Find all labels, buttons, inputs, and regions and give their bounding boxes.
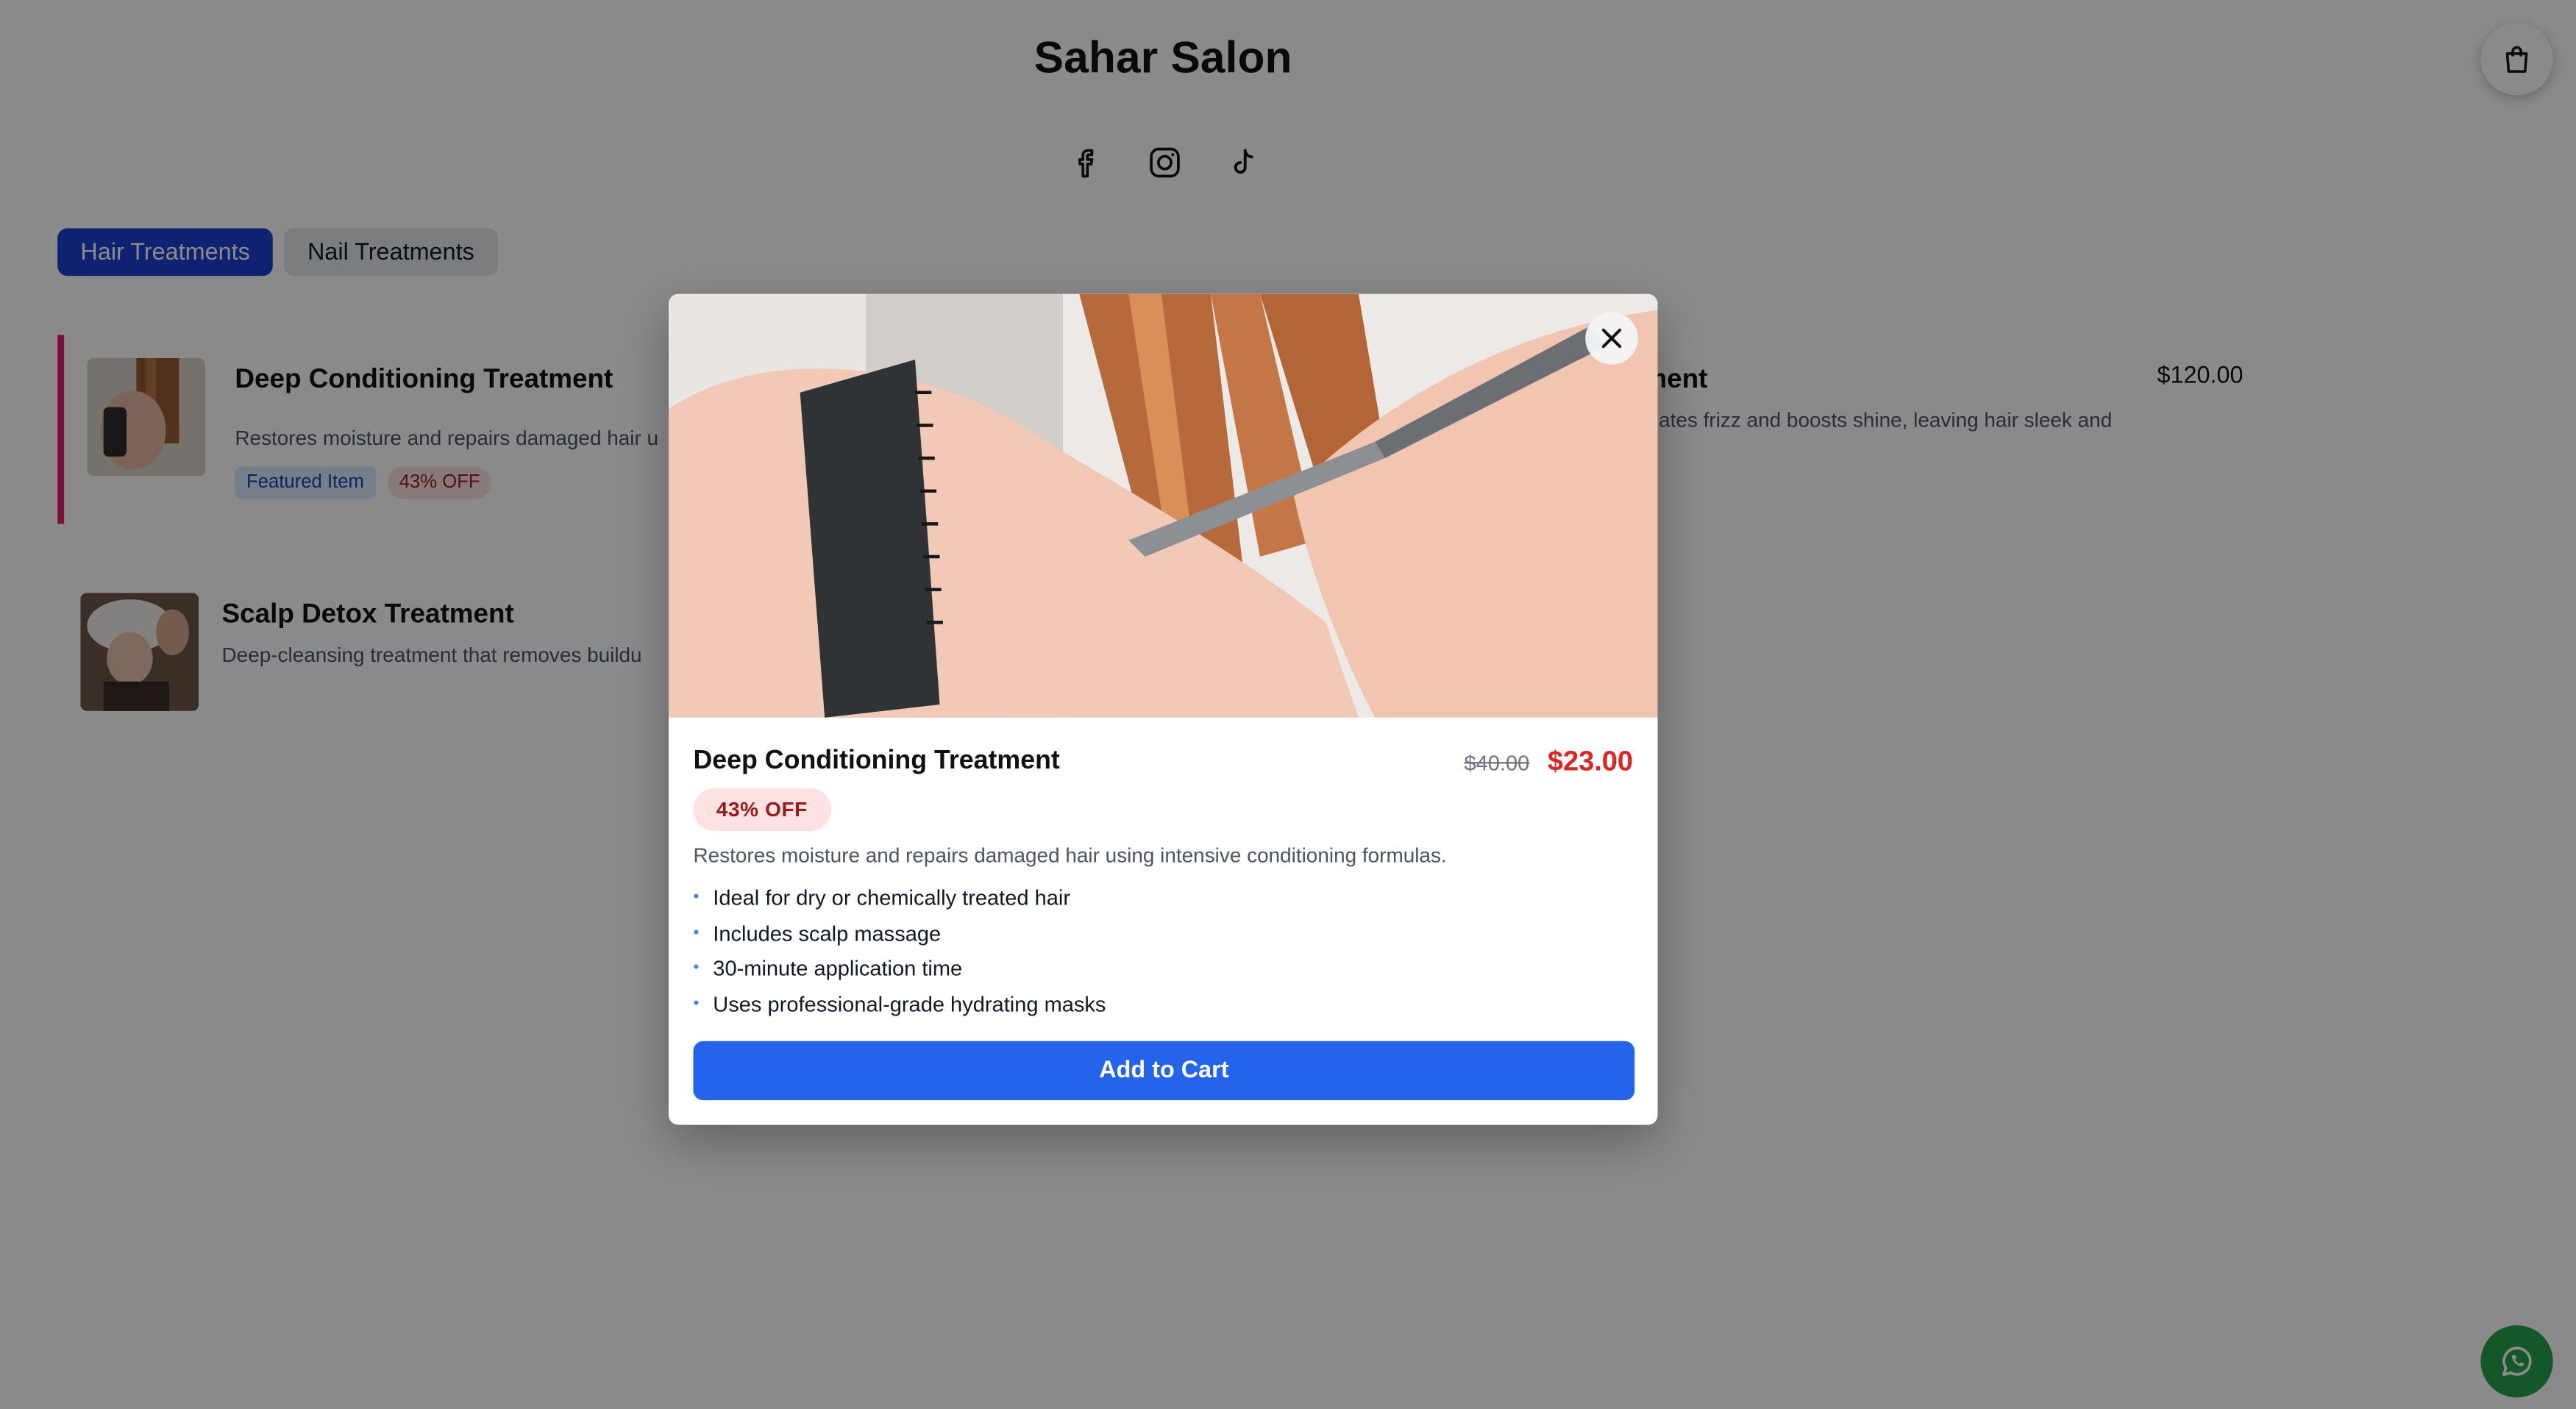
feature-item: • Uses professional-grade hydrating masks (693, 991, 1106, 1016)
bullet-icon: • (693, 888, 700, 907)
sale-price: $23.00 (1547, 745, 1633, 777)
close-icon (1601, 328, 1622, 349)
original-price: $40.00 (1464, 750, 1530, 776)
add-to-cart-button[interactable]: Add to Cart (693, 1041, 1635, 1101)
feature-item: • 30-minute application time (693, 956, 963, 981)
discount-badge: 43% OFF (693, 788, 831, 831)
close-button[interactable] (1585, 312, 1638, 365)
product-modal: Deep Conditioning Treatment $40.00 $23.0… (668, 293, 1658, 1125)
feature-item: • Includes scalp massage (693, 921, 942, 946)
page: Sahar Salon Hair Treatments Nail Treatme… (0, 0, 2576, 1409)
bullet-icon: • (693, 994, 700, 1013)
bullet-icon: • (693, 959, 700, 978)
product-name: Deep Conditioning Treatment (693, 747, 1060, 776)
product-image (668, 293, 1658, 718)
feature-item: • Ideal for dry or chemically treated hai… (693, 885, 1071, 910)
product-description: Restores moisture and repairs damaged ha… (693, 843, 1447, 868)
feature-list: • Ideal for dry or chemically treated hai… (693, 880, 1106, 1021)
bullet-icon: • (693, 924, 700, 943)
